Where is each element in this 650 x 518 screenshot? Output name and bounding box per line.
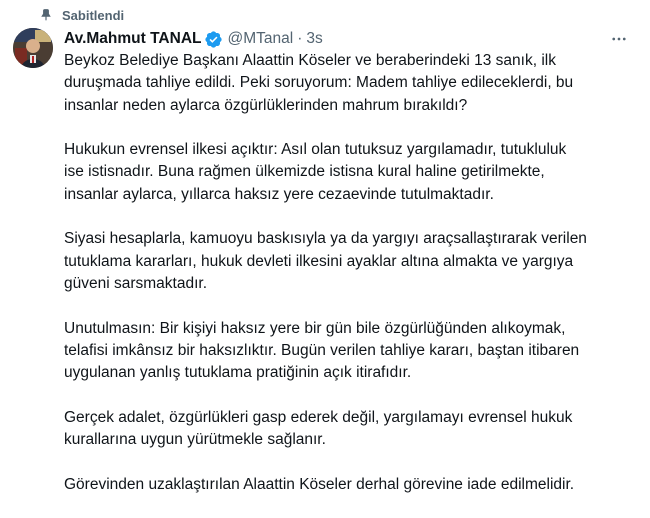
timestamp[interactable]: 3s xyxy=(306,30,322,48)
more-options-button[interactable] xyxy=(608,28,630,50)
pinned-indicator: Sabitlendi xyxy=(38,5,124,25)
pinned-label: Sabitlendi xyxy=(62,7,125,23)
verified-badge-icon[interactable] xyxy=(204,30,223,49)
tweet-paragraph: Hukukun evrensel ilkesi açıktır: Asıl ol… xyxy=(64,141,567,203)
separator-dot: · xyxy=(297,30,303,47)
avatar[interactable] xyxy=(13,28,53,68)
tweet-header: Av.Mahmut TANAL @MTanal · 3s xyxy=(64,28,634,50)
tweet-text: Beykoz Belediye Başkanı Alaattin Köseler… xyxy=(64,50,644,518)
tweet-paragraph: Görevinden uzaklaştırılan Alaattin Kösel… xyxy=(64,475,575,493)
tweet-paragraph: Unutulmasın: Bir kişiyi haksız yere bir … xyxy=(64,319,580,382)
more-horizontal-icon xyxy=(612,37,626,41)
tweet-card[interactable]: Sabitlendi Av.Mahmut TANAL @MTanal · 3s xyxy=(0,0,650,499)
author-name[interactable]: Av.Mahmut TANAL xyxy=(64,30,201,48)
tweet-paragraph: Gerçek adalet, özgürlükleri gasp ederek … xyxy=(64,408,573,449)
tweet-paragraph: Siyasi hesaplarla, kamuoyu baskısıyla ya… xyxy=(64,230,587,292)
tweet-paragraph: Beykoz Belediye Başkanı Alaattin Köseler… xyxy=(64,52,574,114)
author-handle[interactable]: @MTanal xyxy=(227,30,293,48)
pin-icon xyxy=(38,7,54,23)
